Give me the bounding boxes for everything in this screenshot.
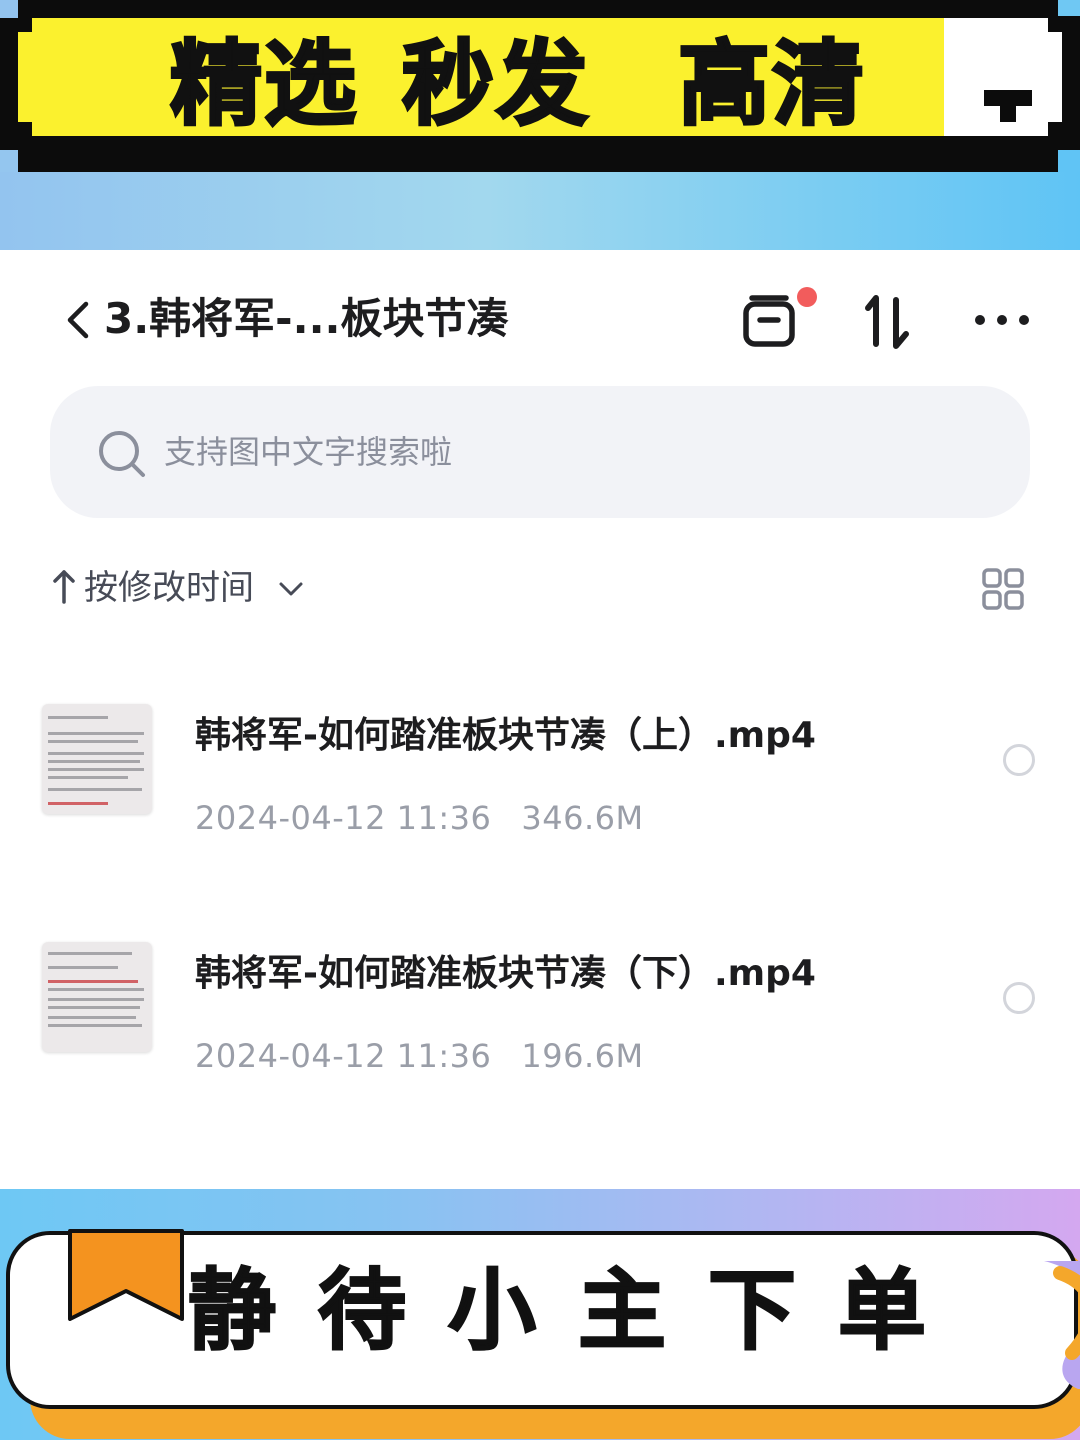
banner-title: 精选 秒发 高清: [0, 24, 940, 139]
banner-word-1: 精选: [168, 29, 359, 139]
file-browser: 3.韩将军-...板块节凑 支持图中文字搜索啦 按修改时间 韩将军-如何踏准板块…: [0, 250, 1080, 1190]
sort-arrow-icon[interactable]: [52, 568, 76, 606]
file-meta: 2024-04-12 11:36 196.6M: [195, 1032, 644, 1080]
recent-icon[interactable]: [740, 290, 804, 354]
banner-word-3: 高清: [676, 29, 867, 139]
file-meta: 2024-04-12 11:36 346.6M: [195, 794, 644, 842]
top-promo-banner: 精选 秒发 高清: [0, 0, 1080, 250]
nav-bar: 3.韩将军-...板块节凑: [0, 250, 1080, 380]
banner-word-2: 秒发: [400, 29, 591, 139]
select-radio[interactable]: [1003, 744, 1035, 776]
file-date: 2024-04-12 11:36: [195, 1037, 492, 1075]
file-name: 韩将军-如何踏准板块节凑（上）.mp4: [195, 715, 816, 756]
notification-dot: [797, 287, 817, 307]
file-date: 2024-04-12 11:36: [195, 799, 492, 837]
search-icon: [99, 431, 145, 477]
bottom-promo-banner: 静待小主下单: [0, 1189, 1080, 1440]
bookmark-ribbon-icon: [68, 1229, 184, 1321]
bottom-banner-text: 静待小主下单: [187, 1258, 969, 1363]
back-icon[interactable]: [60, 298, 96, 342]
folder-title: 3.韩将军-...板块节凑: [104, 294, 509, 343]
banner-white-tab: [944, 18, 1062, 136]
grid-view-icon[interactable]: [982, 568, 1024, 610]
select-radio[interactable]: [1003, 982, 1035, 1014]
list-item[interactable]: 韩将军-如何踏准板块节凑（下）.mp4 2024-04-12 11:36 196.…: [0, 918, 1080, 1098]
search-placeholder: 支持图中文字搜索啦: [164, 433, 453, 471]
sort-toggle-icon[interactable]: [856, 290, 920, 354]
file-thumbnail: [42, 942, 152, 1052]
sort-mode-label[interactable]: 按修改时间: [84, 562, 254, 614]
list-item[interactable]: 韩将军-如何踏准板块节凑（上）.mp4 2024-04-12 11:36 346.…: [0, 680, 1080, 860]
file-size: 196.6M: [521, 1037, 644, 1075]
file-thumbnail: [42, 704, 152, 814]
file-size: 346.6M: [521, 799, 644, 837]
more-icon[interactable]: [968, 290, 1032, 354]
chevron-down-icon[interactable]: [278, 576, 304, 602]
file-name: 韩将军-如何踏准板块节凑（下）.mp4: [195, 953, 816, 994]
